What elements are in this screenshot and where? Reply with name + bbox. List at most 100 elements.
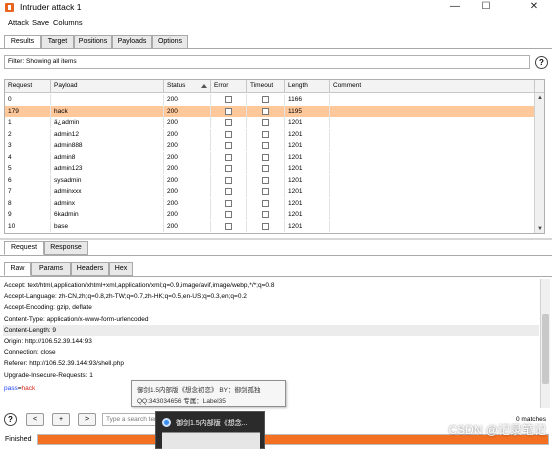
filter-label: Filter: Showing all items: [8, 58, 77, 65]
menu-save[interactable]: Save: [32, 18, 49, 27]
timeout-checkbox[interactable]: [262, 107, 269, 115]
help-icon[interactable]: ?: [535, 56, 548, 69]
editor-scroll-thumb[interactable]: [542, 314, 549, 384]
next-match-button[interactable]: >: [78, 413, 96, 426]
menu-attack[interactable]: Attack: [8, 18, 29, 27]
taskbar-preview[interactable]: 御剑1.5内部版《想念...: [155, 411, 265, 449]
timeout-checkbox[interactable]: [262, 211, 269, 218]
search-help-icon[interactable]: ?: [4, 413, 17, 426]
tab-hex[interactable]: Hex: [109, 262, 133, 276]
error-checkbox[interactable]: [225, 188, 232, 195]
cell-comment: [330, 117, 535, 128]
column-header-status[interactable]: Status: [164, 80, 211, 93]
tab-headers[interactable]: Headers: [71, 262, 109, 276]
table-row[interactable]: 4 admin8 200 1201: [5, 151, 535, 163]
cell-payload: admin12: [51, 128, 164, 140]
request-line: Connection: close: [4, 349, 56, 357]
tab-results[interactable]: Results: [4, 35, 41, 49]
view-tabs-underline: [0, 276, 552, 277]
app-globe-icon: [162, 418, 171, 427]
column-header-timeout[interactable]: Timeout: [247, 80, 285, 93]
table-row[interactable]: 10 base 200 1201: [5, 220, 535, 232]
table-row[interactable]: 0 200 1166: [5, 94, 535, 105]
tab-params[interactable]: Params: [31, 262, 71, 276]
error-checkbox[interactable]: [225, 153, 232, 161]
error-checkbox[interactable]: [225, 130, 232, 138]
timeout-checkbox[interactable]: [262, 153, 269, 161]
error-checkbox[interactable]: [225, 107, 232, 115]
cell-error: [211, 209, 247, 220]
error-checkbox[interactable]: [225, 142, 232, 149]
split-pane-divider[interactable]: [0, 238, 552, 240]
tab-positions[interactable]: Positions: [74, 35, 112, 49]
timeout-checkbox[interactable]: [262, 222, 269, 230]
minimize-button[interactable]: —: [442, 0, 468, 15]
timeout-checkbox[interactable]: [262, 188, 269, 195]
cell-payload: adminxxx: [51, 186, 164, 197]
error-checkbox[interactable]: [225, 176, 232, 184]
editor-scrollbar[interactable]: [540, 279, 550, 408]
cell-comment: [330, 151, 535, 163]
cell-length: 1201: [285, 209, 330, 220]
filter-bar[interactable]: Filter: Showing all items: [4, 55, 530, 69]
cell-payload: sysadmin: [51, 174, 164, 186]
close-button[interactable]: ✕: [521, 0, 547, 15]
timeout-checkbox[interactable]: [262, 96, 269, 103]
cell-length: 1166: [285, 94, 330, 105]
column-header-request[interactable]: Request: [5, 80, 51, 93]
table-header: Request Payload Status Error Timeout Len…: [5, 80, 544, 93]
cell-payload: admin888: [51, 140, 164, 151]
tab-raw[interactable]: Raw: [4, 262, 31, 276]
table-row[interactable]: 6 sysadmin 200 1201: [5, 174, 535, 186]
timeout-checkbox[interactable]: [262, 176, 269, 184]
burp-app-icon: [5, 3, 14, 12]
column-header-comment[interactable]: Comment: [330, 80, 535, 93]
scroll-down-icon[interactable]: ▼: [535, 224, 544, 233]
timeout-checkbox[interactable]: [262, 199, 269, 207]
error-checkbox[interactable]: [225, 96, 232, 103]
add-search-button[interactable]: +: [52, 413, 70, 426]
title-bar: Intruder attack 1 — ☐ ✕: [0, 0, 554, 15]
column-header-payload[interactable]: Payload: [51, 80, 164, 93]
error-checkbox[interactable]: [225, 211, 232, 218]
detail-tabs-underline: [0, 255, 552, 256]
error-checkbox[interactable]: [225, 119, 232, 126]
table-row[interactable]: 179 hack 200 1195: [5, 105, 535, 117]
tooltip-line-1: 御剑1.5内部版《想念初恋》 BY：御剑孤独: [137, 387, 261, 394]
cell-timeout: [247, 151, 285, 163]
timeout-checkbox[interactable]: [262, 142, 269, 149]
tab-target[interactable]: Target: [41, 35, 74, 49]
error-checkbox[interactable]: [225, 222, 232, 230]
tab-payloads[interactable]: Payloads: [112, 35, 152, 49]
maximize-button[interactable]: ☐: [473, 0, 499, 15]
error-checkbox[interactable]: [225, 165, 232, 172]
request-line: Content-Type: application/x-www-form-url…: [4, 315, 149, 323]
timeout-checkbox[interactable]: [262, 119, 269, 126]
scroll-up-icon[interactable]: ▲: [535, 93, 544, 103]
tab-options[interactable]: Options: [152, 35, 188, 49]
table-row[interactable]: 7 adminxxx 200 1201: [5, 186, 535, 197]
table-row[interactable]: 5 admin123 200 1201: [5, 163, 535, 174]
timeout-checkbox[interactable]: [262, 130, 269, 138]
error-checkbox[interactable]: [225, 199, 232, 207]
cell-request: 6: [5, 174, 51, 186]
tab-request[interactable]: Request: [4, 241, 44, 255]
menu-columns[interactable]: Columns: [53, 18, 83, 27]
previous-match-button[interactable]: <: [26, 413, 44, 426]
table-row[interactable]: 3 admin888 200 1201: [5, 140, 535, 151]
column-header-length[interactable]: Length: [285, 80, 330, 93]
cell-timeout: [247, 186, 285, 197]
search-input[interactable]: Type a search term: [102, 413, 160, 426]
results-table: Request Payload Status Error Timeout Len…: [4, 79, 545, 234]
table-scrollbar[interactable]: ▲ ▼: [534, 93, 544, 233]
timeout-checkbox[interactable]: [262, 165, 269, 172]
cell-payload: admin8: [51, 151, 164, 163]
tab-response[interactable]: Response: [44, 241, 88, 255]
cell-status: 200: [164, 163, 211, 174]
table-row[interactable]: 1 ä¿admin 200 1201: [5, 117, 535, 128]
table-row[interactable]: 8 adminx 200 1201: [5, 197, 535, 209]
column-header-error[interactable]: Error: [211, 80, 247, 93]
table-row[interactable]: 2 admin12 200 1201: [5, 128, 535, 140]
cell-comment: [330, 128, 535, 140]
table-row[interactable]: 9 6kadmin 200 1201: [5, 209, 535, 220]
